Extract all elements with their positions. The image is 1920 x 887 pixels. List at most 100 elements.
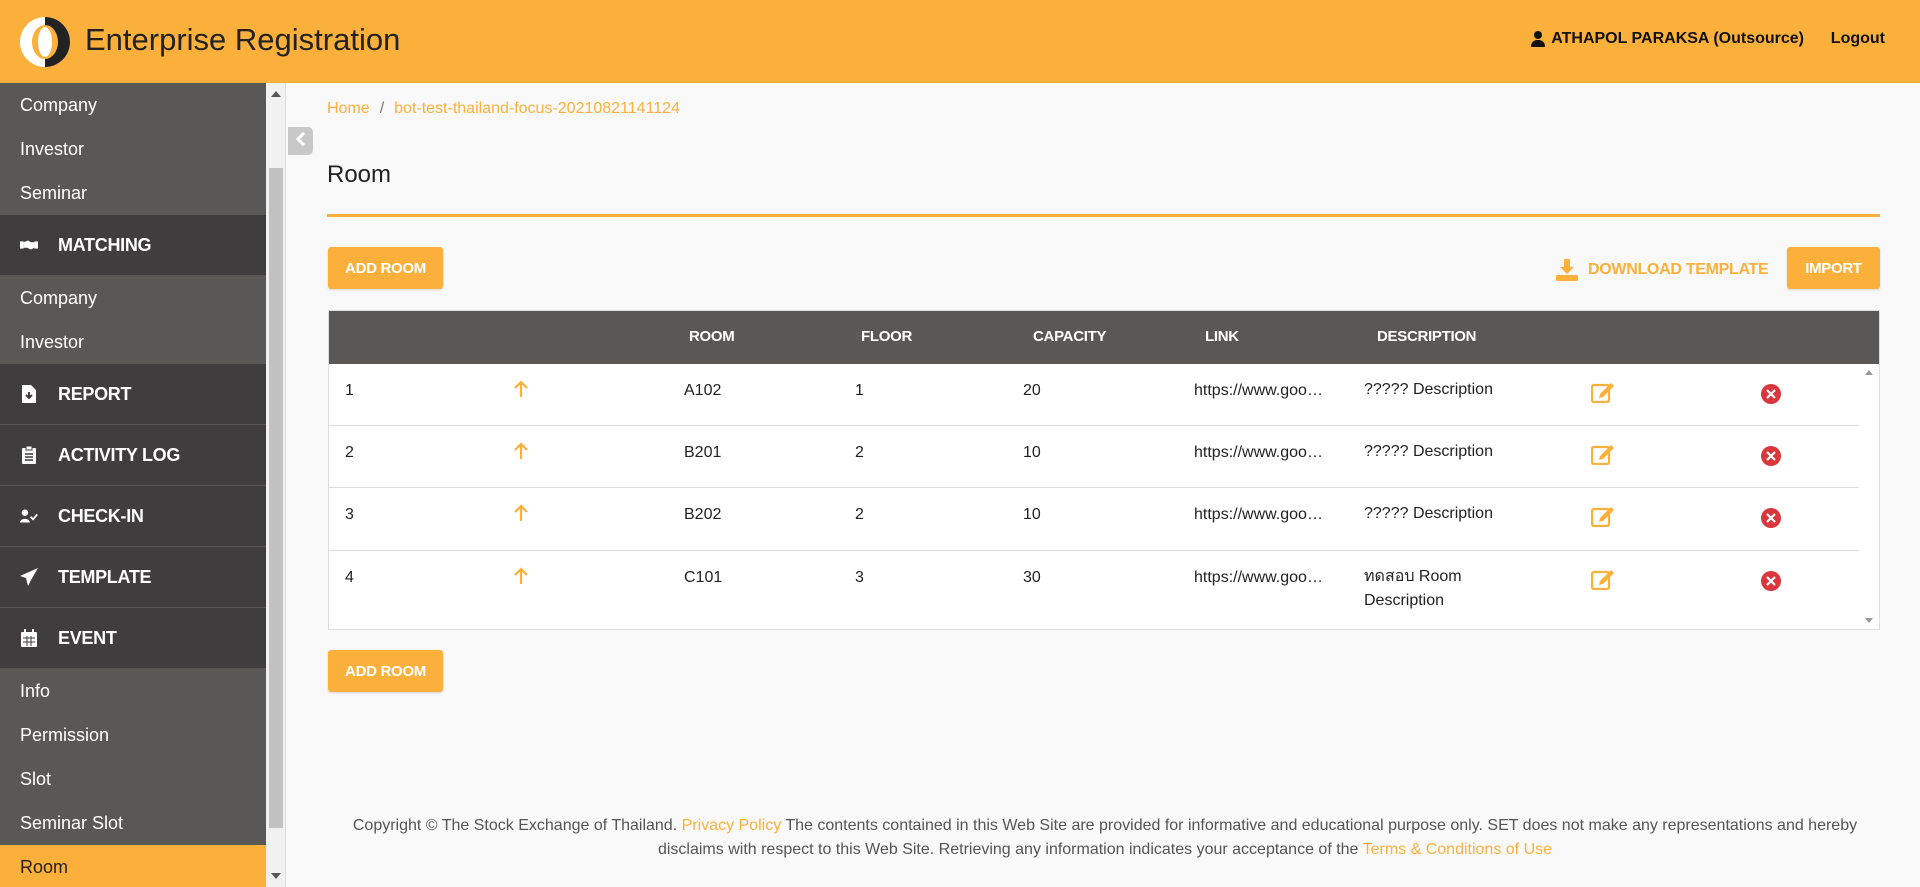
top-header: Enterprise Registration ATHAPOL PARAKSA … <box>0 0 1920 83</box>
footer-disclaimer: The contents contained in this Web Site … <box>657 817 1858 858</box>
edit-icon[interactable] <box>1590 505 1615 528</box>
sidebar-item-matching-company[interactable]: Company <box>0 276 266 320</box>
row-number: 4 <box>345 569 354 586</box>
sidebar-item-permission[interactable]: Permission <box>0 713 266 757</box>
column-header-floor: FLOOR <box>861 328 912 345</box>
download-template-button[interactable]: DOWNLOAD TEMPLATE <box>1556 256 1769 284</box>
cell-description: ทดสอบ Room Description <box>1364 568 1462 609</box>
cell-capacity: 10 <box>1023 444 1041 461</box>
table-row: 2 B201 2 10 https://www.goo… ????? Descr… <box>329 426 1859 488</box>
move-up-arrow-icon[interactable] <box>513 380 529 398</box>
sidebar-item-investor[interactable]: Investor <box>0 127 266 171</box>
cell-link[interactable]: https://www.goo… <box>1194 444 1323 462</box>
sidebar-item-matching-investor[interactable]: Investor <box>0 320 266 364</box>
table-row: 3 B202 2 10 https://www.goo… ????? Descr… <box>329 488 1859 551</box>
sidebar-section-activity-log[interactable]: ACTIVITY LOG <box>0 425 266 486</box>
delete-icon[interactable] <box>1761 571 1781 591</box>
cell-link[interactable]: https://www.goo… <box>1194 382 1323 400</box>
move-up-arrow-icon[interactable] <box>513 567 529 585</box>
cell-description: ????? Description <box>1364 505 1493 522</box>
delete-icon[interactable] <box>1761 384 1781 404</box>
sidebar-item-info[interactable]: Info <box>0 669 266 713</box>
sidebar-section-label: TEMPLATE <box>58 566 152 587</box>
clipboard-icon <box>20 446 38 464</box>
breadcrumb: Home / bot-test-thailand-focus-20210821141… <box>327 100 680 118</box>
table-row: 4 C101 3 30 https://www.goo… ทดสอบ Room … <box>329 551 1859 629</box>
add-room-button[interactable]: ADD ROOM <box>328 247 443 289</box>
table-scroll-down-icon[interactable] <box>1865 618 1873 623</box>
edit-icon[interactable] <box>1590 381 1615 404</box>
user-icon <box>1531 31 1546 47</box>
cell-link[interactable]: https://www.goo… <box>1194 506 1323 524</box>
cell-capacity: 30 <box>1023 569 1041 586</box>
column-header-room: ROOM <box>689 328 735 345</box>
sidebar-section-check-in[interactable]: CHECK-IN <box>0 486 266 547</box>
logout-link[interactable]: Logout <box>1831 30 1885 48</box>
table-body: 1 A102 1 20 https://www.goo… ????? Descr… <box>329 364 1859 629</box>
table-header: ROOM FLOOR CAPACITY LINK DESCRIPTION <box>329 311 1879 364</box>
sidebar-scrollbar[interactable] <box>266 83 286 887</box>
paper-plane-icon <box>20 568 38 586</box>
move-up-arrow-icon[interactable] <box>513 504 529 522</box>
delete-icon[interactable] <box>1761 446 1781 466</box>
sidebar-section-event[interactable]: EVENT <box>0 608 266 669</box>
edit-icon[interactable] <box>1590 568 1615 591</box>
table-scroll-up-icon[interactable] <box>1865 370 1873 375</box>
footer: Copyright © The Stock Exchange of Thaila… <box>330 814 1880 862</box>
row-number: 1 <box>345 382 354 399</box>
sidebar-collapse-button[interactable] <box>288 127 313 155</box>
file-download-icon <box>20 385 38 403</box>
breadcrumb-home[interactable]: Home <box>327 100 370 117</box>
chevron-left-icon <box>295 131 306 151</box>
page-title: Room <box>327 161 392 188</box>
cell-room: C101 <box>684 569 723 586</box>
calendar-icon <box>20 629 38 647</box>
sidebar-item-seminar[interactable]: Seminar <box>0 171 266 215</box>
table-row: 1 A102 1 20 https://www.goo… ????? Descr… <box>329 364 1859 426</box>
cell-floor: 2 <box>855 444 864 461</box>
sidebar-section-label: CHECK-IN <box>58 505 144 526</box>
sidebar: Company Investor Seminar MATCHING Compan… <box>0 83 266 887</box>
sidebar-section-template[interactable]: TEMPLATE <box>0 547 266 608</box>
cell-capacity: 10 <box>1023 506 1041 523</box>
sidebar-section-matching[interactable]: MATCHING <box>0 215 266 276</box>
row-number: 3 <box>345 506 354 523</box>
user-name: ATHAPOL PARAKSA (Outsource) <box>1551 30 1804 47</box>
edit-icon[interactable] <box>1590 443 1615 466</box>
room-table: ROOM FLOOR CAPACITY LINK DESCRIPTION 1 A… <box>328 310 1880 630</box>
title-divider <box>327 214 1880 217</box>
move-up-arrow-icon[interactable] <box>513 442 529 460</box>
breadcrumb-separator: / <box>379 100 385 117</box>
sidebar-item-seminar-slot[interactable]: Seminar Slot <box>0 801 266 845</box>
scroll-up-arrow-icon[interactable] <box>271 91 281 97</box>
cell-room: A102 <box>684 382 722 399</box>
privacy-policy-link[interactable]: Privacy Policy <box>682 817 782 834</box>
breadcrumb-current[interactable]: bot-test-thailand-focus-20210821141124 <box>394 100 680 117</box>
row-number: 2 <box>345 444 354 461</box>
cell-description: ????? Description <box>1364 443 1493 460</box>
app-title: Enterprise Registration <box>85 22 401 57</box>
cell-room: B201 <box>684 444 722 461</box>
scroll-thumb[interactable] <box>269 168 283 828</box>
cell-floor: 3 <box>855 569 864 586</box>
download-icon <box>1556 259 1578 281</box>
cell-link[interactable]: https://www.goo… <box>1194 569 1323 587</box>
sidebar-item-company[interactable]: Company <box>0 83 266 127</box>
delete-icon[interactable] <box>1761 508 1781 528</box>
set-logo <box>20 17 70 67</box>
cell-capacity: 20 <box>1023 382 1041 399</box>
sidebar-item-slot[interactable]: Slot <box>0 757 266 801</box>
cell-room: B202 <box>684 506 722 523</box>
user-menu[interactable]: ATHAPOL PARAKSA (Outsource) <box>1531 30 1804 48</box>
sidebar-section-report[interactable]: REPORT <box>0 364 266 425</box>
import-button[interactable]: IMPORT <box>1787 247 1880 289</box>
sidebar-section-label: ACTIVITY LOG <box>58 444 181 465</box>
table-scrollbar[interactable] <box>1859 364 1879 629</box>
terms-link[interactable]: Terms & Conditions of Use <box>1363 841 1552 858</box>
sidebar-item-room[interactable]: Room <box>0 845 266 887</box>
scroll-down-arrow-icon[interactable] <box>271 873 281 879</box>
footer-copyright: Copyright © The Stock Exchange of Thaila… <box>352 817 678 834</box>
cell-description: ????? Description <box>1364 381 1493 398</box>
add-room-button-bottom[interactable]: ADD ROOM <box>328 650 443 692</box>
cell-floor: 2 <box>855 506 864 523</box>
